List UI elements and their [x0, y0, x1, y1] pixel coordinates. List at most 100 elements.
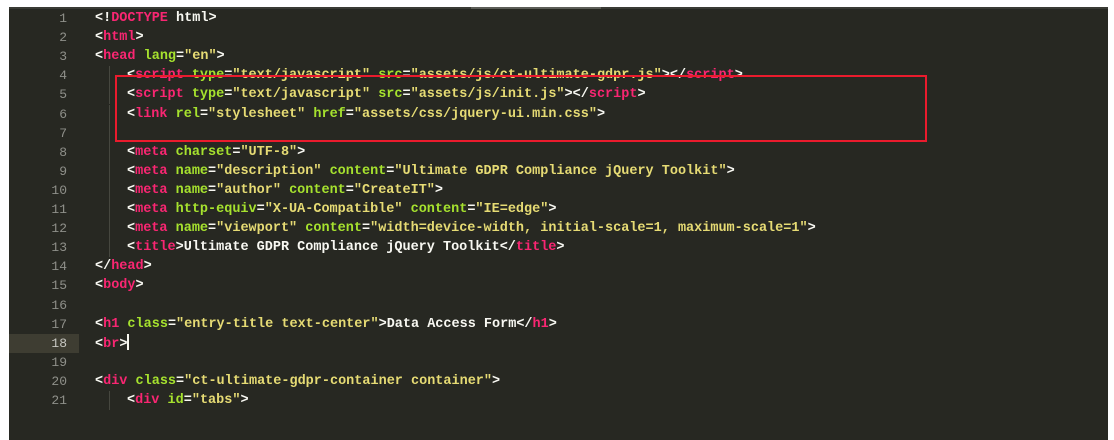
code-token-attr: http-equiv: [175, 202, 257, 217]
code-token-punc: <: [95, 336, 104, 352]
line-number: 7: [59, 125, 67, 141]
line-number: 17: [51, 316, 67, 332]
text-cursor: [127, 333, 130, 350]
code-token-str: "author": [216, 182, 281, 198]
line-number: 11: [51, 202, 67, 217]
code-line[interactable]: <meta name="viewport" content="width=dev…: [127, 219, 816, 238]
code-token-punc: <: [127, 144, 136, 160]
code-token-punc: >: [143, 259, 152, 275]
code-token-attr: lang: [143, 49, 177, 65]
code-line[interactable]: <meta http-equiv="X-UA-Compatible" conte…: [127, 200, 556, 219]
code-token-punc: <: [127, 221, 136, 237]
code-token-attr: content: [329, 163, 387, 179]
code-token-text: Data Access Form: [386, 316, 517, 332]
code-token-tag: title: [135, 240, 176, 256]
code-line[interactable]: <title>Ultimate GDPR Compliance jQuery T…: [127, 238, 565, 257]
code-token-punc: <: [95, 278, 104, 294]
line-number: 3: [59, 49, 67, 65]
code-line[interactable]: <!DOCTYPE html>: [95, 9, 217, 28]
indent-guide: [109, 104, 110, 124]
indent-guide: [109, 219, 110, 239]
code-token-tag: title: [515, 240, 557, 256]
code-token-punc: <: [95, 49, 104, 65]
code-token-punc: <: [127, 240, 136, 256]
code-token-punc: =: [208, 182, 217, 198]
code-token-str: "CreateIT": [353, 182, 435, 198]
code-editor[interactable]: 1 2 3 4 5 6 7 8 9 10 11 12 13 14 15 16 17 18 19 20 21 <!DOCT…: [9, 7, 1108, 440]
code-token-punc: </: [95, 259, 112, 275]
line-number: 19: [51, 354, 67, 370]
code-token-punc: =: [176, 373, 185, 389]
code-line[interactable]: <meta name="description" content="Ultima…: [127, 162, 735, 181]
code-token-punc: >: [492, 373, 501, 389]
line-number: 1: [59, 11, 67, 26]
code-line[interactable]: <html>: [95, 28, 144, 47]
code-token-punc: >: [556, 240, 565, 256]
code-token-str: "tabs": [191, 393, 241, 408]
line-number: 12: [51, 221, 67, 237]
code-token-text: Ultimate GDPR Compliance jQuery Toolkit: [183, 240, 500, 256]
code-token-tag: h1: [103, 316, 120, 332]
code-token-punc: =: [208, 163, 217, 179]
code-token-str: "width=device-width, initial-scale=1, ma…: [370, 221, 808, 237]
code-token-punc: >: [297, 144, 306, 160]
code-token-str: "X-UA-Compatible": [264, 202, 403, 217]
code-area[interactable]: <!DOCTYPE html> <html> <head lang="en"> <sc…: [95, 9, 1108, 440]
code-line[interactable]: <br>: [95, 333, 130, 354]
line-number: 8: [59, 144, 67, 160]
line-number: 15: [51, 278, 67, 294]
code-token-punc: =: [167, 316, 177, 332]
line-number: 9: [59, 163, 67, 179]
code-token-punc: =: [176, 49, 185, 65]
code-line[interactable]: <meta charset="UTF-8">: [127, 143, 305, 162]
code-token-punc: =: [361, 221, 371, 237]
code-line[interactable]: <div class="ct-ultimate-gdpr-container c…: [95, 372, 500, 391]
code-token-tag: body: [103, 278, 136, 294]
code-line[interactable]: <h1 class="entry-title text-center">Data…: [95, 315, 557, 334]
code-line[interactable]: </head>: [95, 257, 152, 276]
code-token-attr: content: [305, 221, 362, 237]
line-number: 18: [51, 335, 67, 351]
code-token-tag: meta: [135, 144, 168, 160]
code-token-tag: meta: [135, 163, 168, 179]
code-token-attr: content: [289, 182, 346, 198]
code-token-tag: div: [135, 393, 160, 408]
code-token-punc: >: [119, 336, 128, 352]
indent-guide: [109, 123, 110, 143]
code-token-str: "description": [216, 163, 322, 179]
code-token-attr: name: [175, 163, 209, 179]
code-line[interactable]: <body>: [95, 276, 144, 295]
line-number: 20: [51, 373, 67, 389]
indent-guide: [109, 238, 110, 258]
code-token-punc: >: [240, 393, 249, 408]
code-line[interactable]: <head lang="en">: [95, 47, 225, 66]
line-number-gutter: 1 2 3 4 5 6 7 8 9 10 11 12 13 14 15 16 17 18 19 20 21: [9, 9, 79, 440]
code-token-attr: name: [175, 221, 209, 237]
code-token-punc: >: [175, 240, 184, 256]
code-token-punc: <: [127, 393, 136, 408]
code-token-str: "Ultimate GDPR Compliance jQuery Toolkit…: [394, 163, 727, 179]
indent-guide: [109, 66, 110, 86]
code-token-punc: >: [216, 49, 225, 65]
code-token-punc: </: [499, 240, 516, 256]
code-line[interactable]: <div id="tabs">: [127, 391, 249, 410]
code-line[interactable]: <meta name="author" content="CreateIT">: [127, 181, 443, 200]
code-token-punc: >: [135, 278, 144, 294]
code-token-str: "entry-title text-center": [176, 316, 379, 332]
code-token-punc: =: [208, 221, 217, 237]
code-token-tag: div: [103, 373, 128, 389]
line-number: 14: [51, 259, 67, 275]
code-token-punc: >: [548, 202, 557, 217]
code-token-str: "ct-ultimate-gdpr-container container": [184, 373, 493, 389]
code-token-punc: <!: [95, 11, 112, 26]
highlight-annotation-box: [115, 75, 927, 142]
line-number: 13: [51, 240, 67, 256]
code-token-attr: charset: [175, 144, 233, 160]
